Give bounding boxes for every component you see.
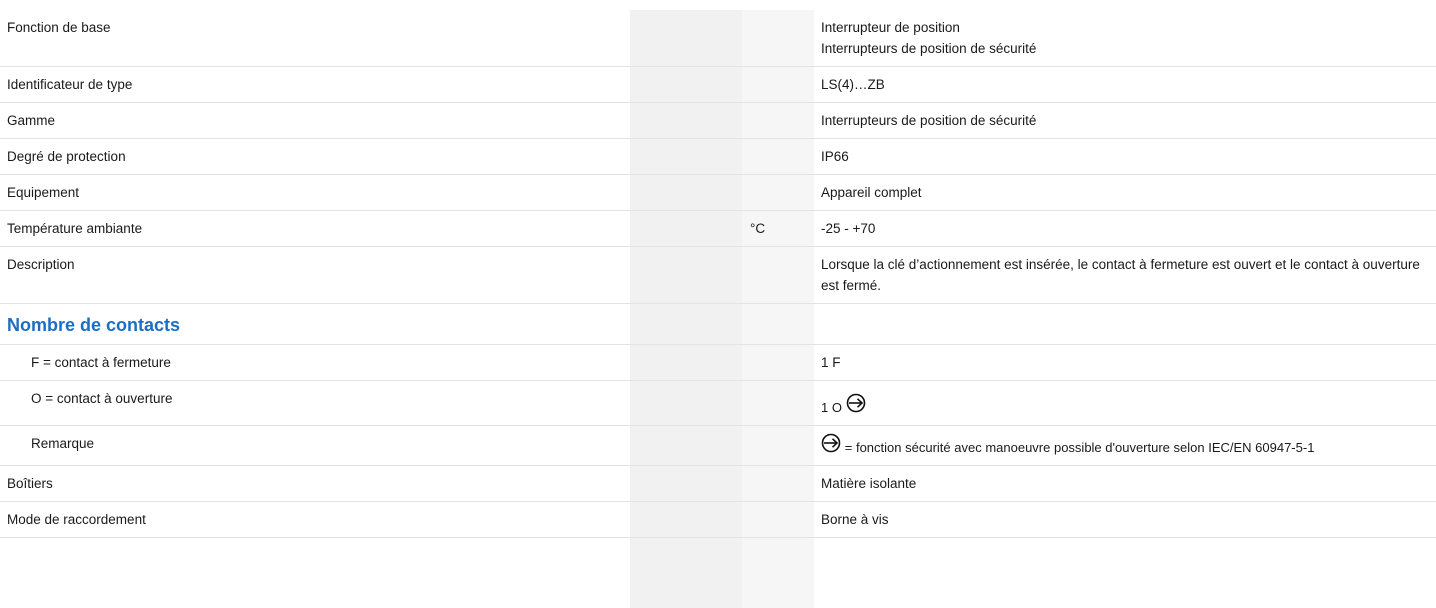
row-value: 1 O [814,380,1436,426]
table-row: Degré de protection IP66 [0,138,1436,175]
row-label: Gamme [0,102,630,139]
row-value: LS(4)…ZB [814,66,1436,103]
table-row: Boîtiers Matière isolante [0,465,1436,502]
row-value: Lorsque la clé d’actionnement est inséré… [814,246,1436,304]
row-label: Equipement [0,174,630,211]
row-label: Mode de raccordement [0,501,630,538]
row-value: Appareil complet [814,174,1436,211]
table-row: Température ambiante °C -25 - +70 [0,210,1436,247]
safety-positive-opening-icon [846,393,866,413]
row-value: IP66 [814,138,1436,175]
row-unit [742,66,814,103]
table-row: O = contact à ouverture 1 O [0,380,1436,426]
row-value: Borne à vis [814,501,1436,538]
table-row: Identificateur de type LS(4)…ZB [0,66,1436,103]
section-title: Nombre de contacts [7,315,181,335]
row-value: Interrupteurs de position de sécurité [814,102,1436,139]
row-value: Interrupteur de position Interrupteurs d… [814,10,1436,67]
row-unit [742,501,814,538]
row-label: Degré de protection [0,138,630,175]
row-unit [742,465,814,502]
table-row: Gamme Interrupteurs de position de sécur… [0,102,1436,139]
row-unit: °C [742,210,814,247]
table-row: Fonction de base Interrupteur de positio… [0,10,1436,67]
row-label: Identificateur de type [0,66,630,103]
row-label: Description [0,246,630,304]
row-value: Matière isolante [814,465,1436,502]
section-header-row: Nombre de contacts [0,303,1436,345]
safety-positive-opening-icon [821,433,841,453]
row-unit [742,246,814,304]
table-row: Description Lorsque la clé d’actionnemen… [0,246,1436,304]
row-label: Remarque [0,425,630,466]
row-label: Fonction de base [0,10,630,67]
table-row: Remarque = fonction sécurité avec manoeu… [0,425,1436,466]
row-label: O = contact à ouverture [0,380,630,426]
row-unit [742,10,814,67]
row-value: -25 - +70 [814,210,1436,247]
table-row: F = contact à fermeture 1 F [0,344,1436,381]
row-value: 1 F [814,344,1436,381]
row-label: F = contact à fermeture [0,344,630,381]
spec-table: Fonction de base Interrupteur de positio… [0,10,1436,538]
row-label: Température ambiante [0,210,630,247]
row-unit [742,174,814,211]
row-unit [742,138,814,175]
table-row: Equipement Appareil complet [0,174,1436,211]
row-unit [742,102,814,139]
row-value: = fonction sécurité avec manoeuvre possi… [814,425,1436,466]
table-row: Mode de raccordement Borne à vis [0,501,1436,538]
row-label: Boîtiers [0,465,630,502]
